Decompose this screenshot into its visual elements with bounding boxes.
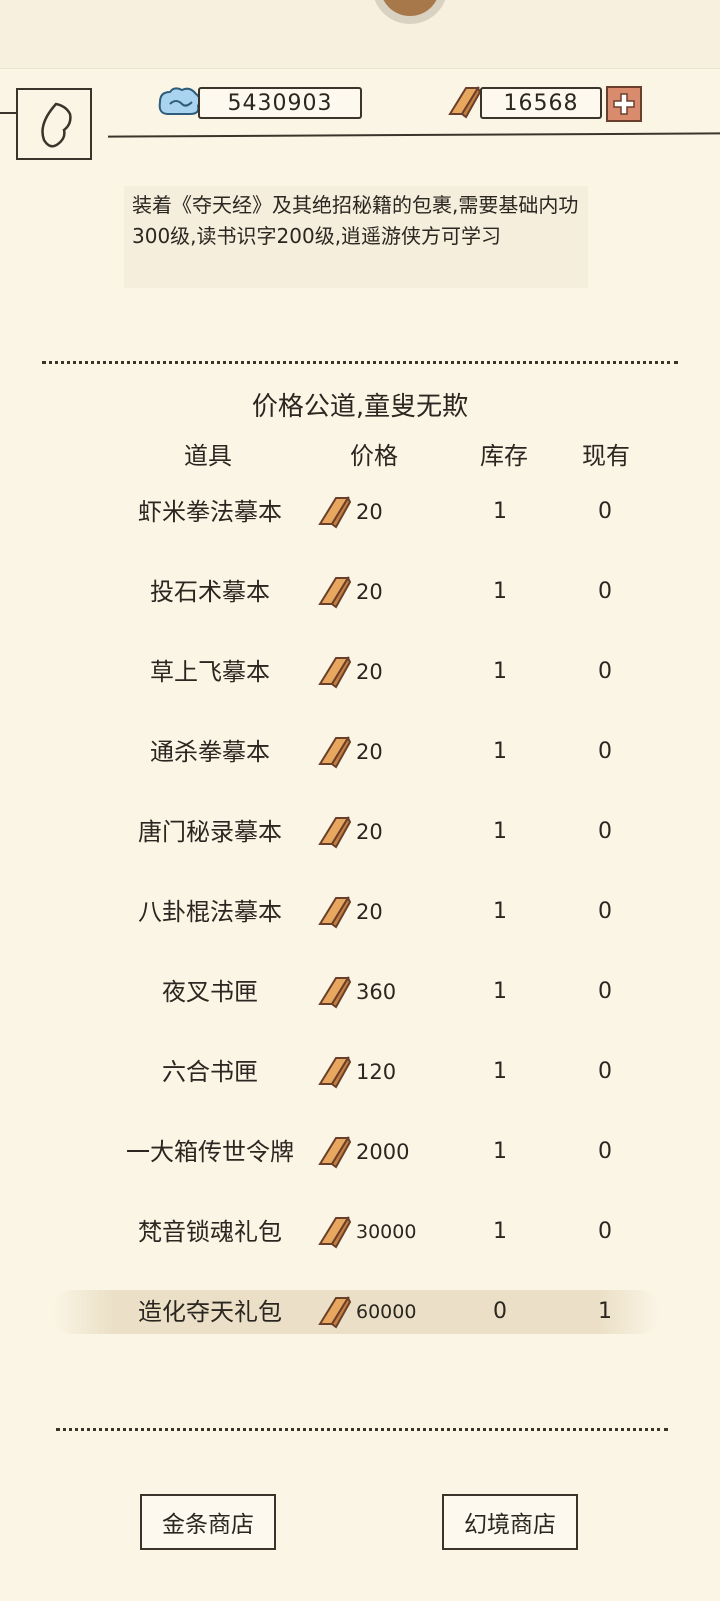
- gold-bar-icon: [316, 1214, 352, 1254]
- back-button[interactable]: [16, 88, 92, 160]
- item-price: 20: [356, 580, 383, 604]
- item-stock: 1: [493, 1219, 507, 1244]
- plus-icon: [613, 93, 635, 115]
- item-owned: 0: [598, 1059, 612, 1084]
- silver-amount: 5430903: [227, 90, 333, 116]
- item-stock: 0: [493, 1299, 507, 1324]
- item-name: 草上飞摹本: [150, 658, 270, 686]
- avatar-face: [380, 0, 440, 16]
- item-row[interactable]: 唐门秘录摹本 20 1 0: [0, 808, 720, 868]
- top-strip: [0, 0, 720, 69]
- item-owned: 0: [598, 979, 612, 1004]
- item-row[interactable]: 一大箱传世令牌 2000 1 0: [0, 1128, 720, 1188]
- item-row[interactable]: 夜叉书匣 360 1 0: [0, 968, 720, 1028]
- gold-bar-icon: [448, 85, 482, 119]
- item-name: 八卦棍法摹本: [138, 898, 282, 926]
- column-header-item: 道具: [184, 442, 232, 470]
- gold-shop-button[interactable]: 金条商店: [140, 1494, 276, 1550]
- item-owned: 0: [598, 499, 612, 524]
- item-owned: 0: [598, 1219, 612, 1244]
- item-owned: 0: [598, 899, 612, 924]
- item-price: 120: [356, 1060, 397, 1084]
- item-stock: 1: [493, 899, 507, 924]
- item-description: 装着《夺天经》及其绝招秘籍的包裹,需要基础内功300级,读书识字200级,逍遥游…: [124, 186, 588, 288]
- item-name: 虾米拳法摹本: [138, 498, 282, 526]
- item-stock: 1: [493, 659, 507, 684]
- item-name: 梵音锁魂礼包: [138, 1218, 282, 1246]
- column-header-price: 价格: [350, 442, 398, 470]
- item-owned: 0: [598, 819, 612, 844]
- item-price: 60000: [356, 1301, 417, 1323]
- item-name: 造化夺天礼包: [138, 1298, 282, 1326]
- gold-shop-label: 金条商店: [162, 1512, 254, 1538]
- item-name: 投石术摹本: [150, 578, 270, 606]
- gold-bar-icon: [316, 1294, 352, 1334]
- gold-amount-display: 16568: [480, 87, 602, 119]
- item-name: 六合书匣: [162, 1058, 258, 1086]
- item-price: 20: [356, 500, 383, 524]
- item-price: 360: [356, 980, 397, 1004]
- gold-bar-icon: [316, 814, 352, 854]
- item-stock: 1: [493, 499, 507, 524]
- divider-top: [42, 361, 678, 364]
- item-row[interactable]: 造化夺天礼包 60000 0 1: [0, 1288, 720, 1348]
- illusion-shop-label: 幻境商店: [464, 1512, 556, 1538]
- item-owned: 0: [598, 659, 612, 684]
- item-price: 30000: [356, 1221, 417, 1243]
- shop-title: 价格公道,童叟无欺: [251, 392, 469, 422]
- item-name: 一大箱传世令牌: [126, 1138, 294, 1166]
- item-stock: 1: [493, 819, 507, 844]
- item-row[interactable]: 八卦棍法摹本 20 1 0: [0, 888, 720, 948]
- gold-bar-icon: [316, 574, 352, 614]
- item-stock: 1: [493, 1059, 507, 1084]
- item-price: 20: [356, 820, 383, 844]
- item-price: 2000: [356, 1140, 410, 1164]
- item-row[interactable]: 投石术摹本 20 1 0: [0, 568, 720, 628]
- item-stock: 1: [493, 979, 507, 1004]
- item-row[interactable]: 草上飞摹本 20 1 0: [0, 648, 720, 708]
- gold-bar-icon: [316, 1134, 352, 1174]
- gold-bar-icon: [316, 494, 352, 534]
- gold-bar-icon: [316, 894, 352, 934]
- silver-amount-display: 5430903: [198, 87, 362, 119]
- item-owned: 0: [598, 739, 612, 764]
- gold-bar-icon: [316, 734, 352, 774]
- item-row[interactable]: 六合书匣 120 1 0: [0, 1048, 720, 1108]
- gold-bar-icon: [316, 654, 352, 694]
- item-stock: 1: [493, 1139, 507, 1164]
- item-price: 20: [356, 900, 383, 924]
- item-owned: 0: [598, 1139, 612, 1164]
- column-header-owned: 现有: [582, 442, 630, 470]
- back-arrow-icon: [41, 102, 72, 148]
- illusion-shop-button[interactable]: 幻境商店: [442, 1494, 578, 1550]
- divider-bottom: [56, 1428, 668, 1431]
- item-row[interactable]: 梵音锁魂礼包 30000 1 0: [0, 1208, 720, 1268]
- item-owned: 1: [598, 1299, 612, 1324]
- silver-cloud-icon: [158, 87, 201, 115]
- item-price: 20: [356, 660, 383, 684]
- item-stock: 1: [493, 739, 507, 764]
- item-stock: 1: [493, 579, 507, 604]
- item-name: 夜叉书匣: [162, 978, 258, 1006]
- gold-amount: 16568: [503, 90, 579, 116]
- gold-bar-icon: [316, 1054, 352, 1094]
- item-name: 通杀拳摹本: [150, 738, 270, 766]
- header-line: [107, 132, 720, 138]
- item-price: 20: [356, 740, 383, 764]
- item-row[interactable]: 通杀拳摹本 20 1 0: [0, 728, 720, 788]
- item-owned: 0: [598, 579, 612, 604]
- add-gold-button[interactable]: [606, 86, 642, 122]
- item-row[interactable]: 虾米拳法摹本 20 1 0: [0, 488, 720, 548]
- gold-bar-icon: [316, 974, 352, 1014]
- item-name: 唐门秘录摹本: [138, 818, 282, 846]
